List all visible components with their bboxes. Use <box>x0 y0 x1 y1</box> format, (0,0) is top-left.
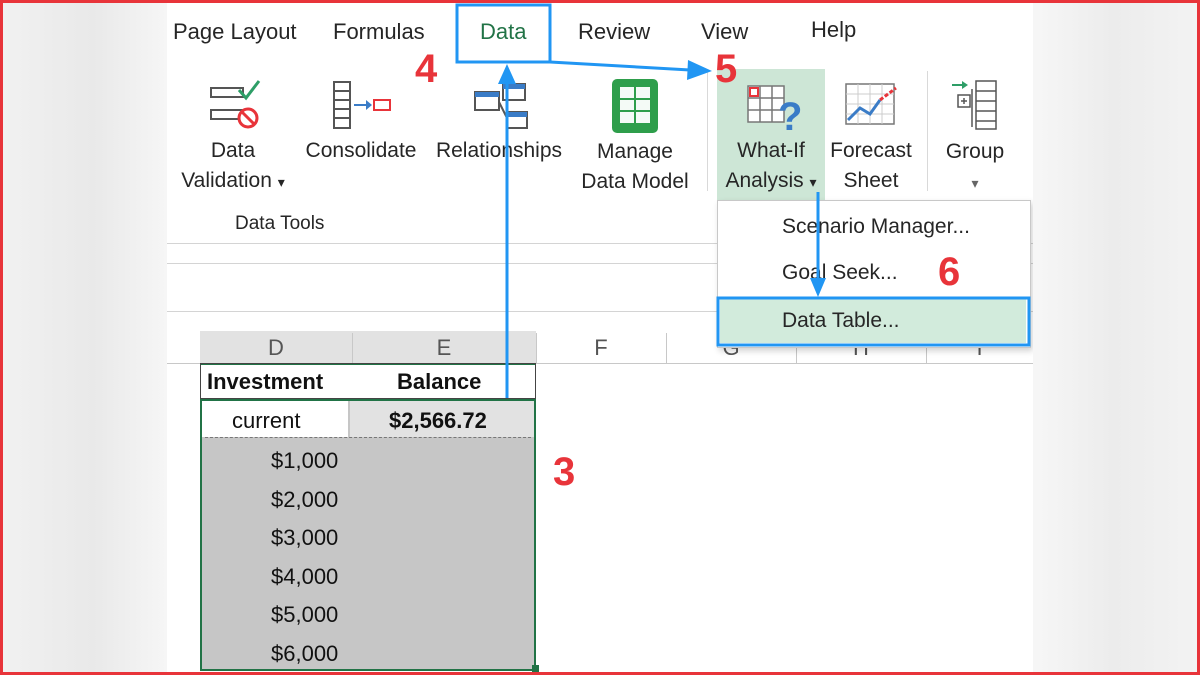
step-number-6: 6 <box>938 250 961 294</box>
arrow-head-down <box>810 278 826 297</box>
arrow-head-right <box>687 60 712 80</box>
screenshot: Page Layout Formulas Data Review View He… <box>0 0 1200 675</box>
arrow-head-up <box>498 64 516 84</box>
step-number-4: 4 <box>415 47 438 91</box>
arrow-to-what-if <box>549 60 691 72</box>
step-number-5: 5 <box>715 47 738 91</box>
step-number-3: 3 <box>553 450 576 494</box>
data-table-callout-box <box>716 296 1031 347</box>
data-tab-callout-box <box>455 3 552 64</box>
annotation-overlay <box>455 3 1031 398</box>
